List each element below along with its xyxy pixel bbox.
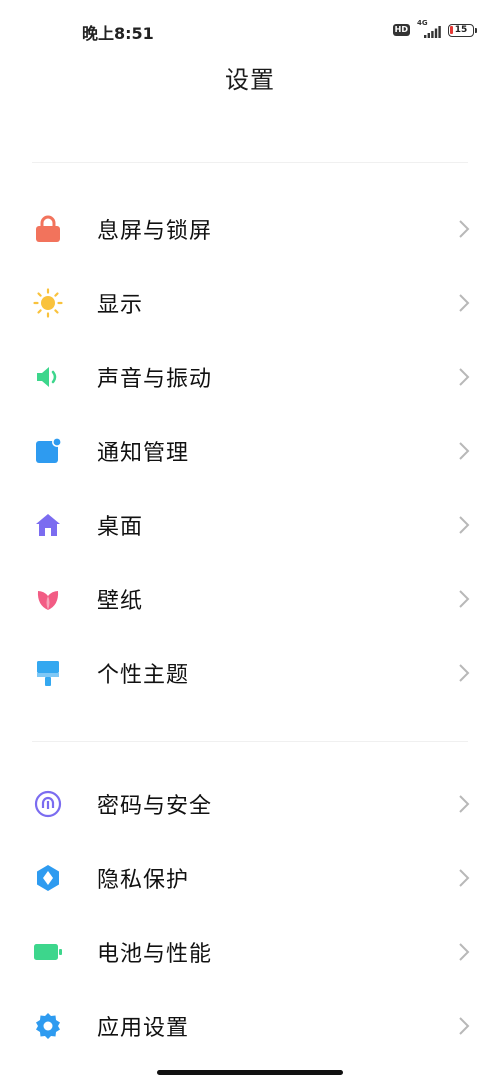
settings-item-label: 桌面 bbox=[97, 515, 144, 540]
chevron-right-icon bbox=[459, 220, 470, 238]
chevron-right-icon bbox=[459, 795, 470, 813]
settings-item-lock-screen[interactable]: 息屏与锁屏 bbox=[0, 192, 500, 266]
tulip-icon bbox=[33, 584, 63, 614]
settings-group-1: 息屏与锁屏 显示 声音与振动 通知管理 桌面 壁纸 个性主题 bbox=[0, 192, 500, 710]
settings-item-sound-vibration[interactable]: 声音与振动 bbox=[0, 340, 500, 414]
settings-item-app-settings[interactable]: 应用设置 bbox=[0, 989, 500, 1063]
settings-item-label: 应用设置 bbox=[97, 1016, 190, 1041]
settings-item-label: 息屏与锁屏 bbox=[97, 219, 213, 244]
lock-icon bbox=[33, 214, 63, 244]
settings-item-wallpaper[interactable]: 壁纸 bbox=[0, 562, 500, 636]
settings-group-2: 密码与安全 隐私保护 电池与性能 应用设置 bbox=[0, 767, 500, 1063]
paintbrush-icon bbox=[33, 658, 63, 688]
chevron-right-icon bbox=[459, 869, 470, 887]
home-icon bbox=[33, 510, 63, 540]
settings-item-label: 隐私保护 bbox=[97, 868, 190, 893]
settings-item-display[interactable]: 显示 bbox=[0, 266, 500, 340]
settings-item-privacy[interactable]: 隐私保护 bbox=[0, 841, 500, 915]
battery-icon bbox=[33, 937, 63, 967]
settings-item-label: 通知管理 bbox=[97, 441, 190, 466]
chevron-right-icon bbox=[459, 294, 470, 312]
chevron-right-icon bbox=[459, 1017, 470, 1035]
status-icons: HD 4G 15 bbox=[392, 19, 477, 40]
signal-icon: 4G bbox=[416, 19, 442, 38]
battery-status-icon: 15 bbox=[448, 23, 477, 37]
notification-icon bbox=[33, 436, 63, 466]
speaker-icon bbox=[33, 362, 63, 392]
home-indicator[interactable] bbox=[157, 1070, 343, 1075]
chevron-right-icon bbox=[459, 368, 470, 386]
settings-item-themes[interactable]: 个性主题 bbox=[0, 636, 500, 710]
settings-item-label: 壁纸 bbox=[97, 589, 144, 614]
gear-icon bbox=[33, 1011, 63, 1041]
chevron-right-icon bbox=[459, 664, 470, 682]
hd-voice-icon: HD bbox=[392, 24, 410, 36]
settings-item-label: 个性主题 bbox=[97, 663, 190, 688]
settings-item-battery-performance[interactable]: 电池与性能 bbox=[0, 915, 500, 989]
privacy-shield-icon bbox=[33, 863, 63, 893]
settings-item-home-screen[interactable]: 桌面 bbox=[0, 488, 500, 562]
page-title: 设置 bbox=[225, 66, 275, 94]
settings-item-label: 密码与安全 bbox=[97, 794, 213, 819]
settings-item-label: 声音与振动 bbox=[97, 367, 213, 392]
battery-level: 15 bbox=[454, 25, 468, 35]
fingerprint-icon bbox=[33, 789, 63, 819]
chevron-right-icon bbox=[459, 516, 470, 534]
settings-item-notifications[interactable]: 通知管理 bbox=[0, 414, 500, 488]
status-bar: 晚上8:51 HD 4G 15 bbox=[0, 0, 500, 62]
chevron-right-icon bbox=[459, 590, 470, 608]
chevron-right-icon bbox=[459, 442, 470, 460]
chevron-right-icon bbox=[459, 943, 470, 961]
settings-item-label: 显示 bbox=[97, 293, 144, 318]
status-time: 晚上8:51 bbox=[82, 24, 154, 43]
divider bbox=[32, 741, 468, 742]
divider bbox=[32, 162, 468, 163]
settings-item-label: 电池与性能 bbox=[97, 942, 213, 967]
sun-icon bbox=[33, 288, 63, 318]
settings-item-password-security[interactable]: 密码与安全 bbox=[0, 767, 500, 841]
